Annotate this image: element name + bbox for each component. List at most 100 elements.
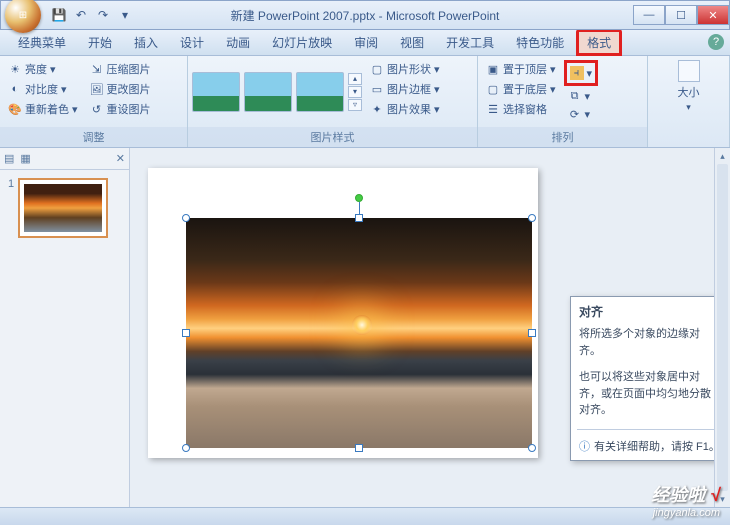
- border-icon: ▭: [370, 82, 384, 96]
- style-thumb[interactable]: [296, 72, 344, 112]
- align-icon: ⫞: [570, 66, 584, 80]
- status-bar: [0, 507, 730, 525]
- slide-thumbnail[interactable]: 1: [8, 178, 121, 238]
- group-icon: ⧉: [568, 89, 582, 103]
- rotation-handle[interactable]: [355, 194, 363, 202]
- quick-access-toolbar: 💾 ↶ ↷ ▾: [51, 7, 133, 23]
- brightness-button[interactable]: ☀亮度 ▾: [4, 60, 82, 78]
- resize-handle[interactable]: [528, 214, 536, 222]
- change-icon: 🖼: [90, 82, 104, 96]
- resize-handle[interactable]: [355, 444, 363, 452]
- ribbon: ☀亮度 ▾ ◐对比度 ▾ 🎨重新着色 ▾ ⇲压缩图片 🖼更改图片 ↺重设图片 调…: [0, 56, 730, 148]
- style-thumb[interactable]: [244, 72, 292, 112]
- resize-handle[interactable]: [182, 214, 190, 222]
- gallery-more-button[interactable]: ▿: [348, 99, 362, 111]
- tab-design[interactable]: 设计: [170, 30, 214, 55]
- style-thumb[interactable]: [192, 72, 240, 112]
- recolor-icon: 🎨: [8, 102, 22, 116]
- group-label-styles: 图片样式: [188, 127, 477, 147]
- change-picture-button[interactable]: 🖼更改图片: [86, 80, 155, 98]
- bring-front-button[interactable]: ▣置于顶层 ▾: [482, 60, 560, 78]
- picture-border-button[interactable]: ▭图片边框 ▾: [366, 80, 444, 98]
- gallery-up-button[interactable]: ▴: [348, 73, 362, 85]
- slide-thumbnails-pane: ▤ ▦ ✕ 1: [0, 148, 130, 507]
- front-icon: ▣: [486, 62, 500, 76]
- align-button[interactable]: ⫞▾: [564, 60, 599, 86]
- scroll-up-button[interactable]: ▴: [715, 148, 730, 164]
- rotate-button[interactable]: ⟳▾: [564, 106, 599, 122]
- group-arrange: ▣置于顶层 ▾ ▢置于底层 ▾ ☰选择窗格 ⫞▾ ⧉▾ ⟳▾ 排列: [478, 56, 648, 147]
- close-button[interactable]: ✕: [697, 5, 729, 25]
- reset-picture-button[interactable]: ↺重设图片: [86, 100, 155, 118]
- tab-review[interactable]: 审阅: [344, 30, 388, 55]
- picture-shape-button[interactable]: ▢图片形状 ▾: [366, 60, 444, 78]
- maximize-button[interactable]: ☐: [665, 5, 697, 25]
- tab-animation[interactable]: 动画: [216, 30, 260, 55]
- redo-icon[interactable]: ↷: [95, 7, 111, 23]
- recolor-button[interactable]: 🎨重新着色 ▾: [4, 100, 82, 118]
- slide-canvas[interactable]: 对齐 将所选多个对象的边缘对齐。 也可以将这些对象居中对齐，或在页面中均匀地分散…: [130, 148, 730, 507]
- send-back-button[interactable]: ▢置于底层 ▾: [482, 80, 560, 98]
- tab-classic[interactable]: 经典菜单: [8, 30, 76, 55]
- tab-format[interactable]: 格式: [576, 29, 622, 56]
- save-icon[interactable]: 💾: [51, 7, 67, 23]
- crop-icon[interactable]: [678, 60, 700, 82]
- tab-view[interactable]: 视图: [390, 30, 434, 55]
- compress-button[interactable]: ⇲压缩图片: [86, 60, 155, 78]
- scroll-track[interactable]: [717, 164, 728, 491]
- group-adjust: ☀亮度 ▾ ◐对比度 ▾ 🎨重新着色 ▾ ⇲压缩图片 🖼更改图片 ↺重设图片 调…: [0, 56, 188, 147]
- tab-developer[interactable]: 开发工具: [436, 30, 504, 55]
- minimize-button[interactable]: —: [633, 5, 665, 25]
- group-label-arrange: 排列: [478, 127, 647, 147]
- slide[interactable]: [148, 168, 538, 458]
- title-bar: ⊞ 💾 ↶ ↷ ▾ 新建 PowerPoint 2007.pptx - Micr…: [0, 0, 730, 30]
- sunset-photo: [186, 218, 532, 448]
- window-title: 新建 PowerPoint 2007.pptx - Microsoft Powe…: [231, 7, 500, 24]
- tab-insert[interactable]: 插入: [124, 30, 168, 55]
- undo-icon[interactable]: ↶: [73, 7, 89, 23]
- rotate-icon: ⟳: [568, 107, 582, 121]
- reset-icon: ↺: [90, 102, 104, 116]
- group-button[interactable]: ⧉▾: [564, 88, 599, 104]
- tab-slideshow[interactable]: 幻灯片放映: [262, 30, 342, 55]
- qat-more-icon[interactable]: ▾: [117, 7, 133, 23]
- tab-home[interactable]: 开始: [78, 30, 122, 55]
- brightness-icon: ☀: [8, 62, 22, 76]
- resize-handle[interactable]: [355, 214, 363, 222]
- gallery-down-button[interactable]: ▾: [348, 86, 362, 98]
- ribbon-tabs: 经典菜单 开始 插入 设计 动画 幻灯片放映 审阅 视图 开发工具 特色功能 格…: [0, 30, 730, 56]
- pane-close-button[interactable]: ✕: [116, 152, 125, 165]
- check-icon: √: [710, 485, 720, 505]
- contrast-button[interactable]: ◐对比度 ▾: [4, 80, 82, 98]
- resize-handle[interactable]: [528, 444, 536, 452]
- resize-handle[interactable]: [182, 329, 190, 337]
- tooltip-title: 对齐: [571, 297, 729, 324]
- slide-number: 1: [8, 178, 14, 238]
- help-button[interactable]: ?: [708, 34, 724, 50]
- tooltip-text: 将所选多个对象的边缘对齐。: [571, 324, 729, 367]
- group-picture-styles: ▴ ▾ ▿ ▢图片形状 ▾ ▭图片边框 ▾ ✦图片效果 ▾ 图片样式: [188, 56, 478, 147]
- tab-special[interactable]: 特色功能: [506, 30, 574, 55]
- align-tooltip: 对齐 将所选多个对象的边缘对齐。 也可以将这些对象居中对齐，或在页面中均匀地分散…: [570, 296, 730, 461]
- selected-image[interactable]: [186, 218, 532, 448]
- office-button[interactable]: ⊞: [5, 0, 41, 33]
- compress-icon: ⇲: [90, 62, 104, 76]
- selection-pane-button[interactable]: ☰选择窗格: [482, 100, 560, 118]
- resize-handle[interactable]: [528, 329, 536, 337]
- resize-handle[interactable]: [182, 444, 190, 452]
- watermark: 经验啦 √ jingyanla.com: [651, 481, 720, 519]
- thumbnail-image: [24, 184, 102, 232]
- style-gallery[interactable]: ▴ ▾ ▿: [192, 60, 362, 123]
- picture-effects-button[interactable]: ✦图片效果 ▾: [366, 100, 444, 118]
- slides-tab-icon[interactable]: ▦: [20, 152, 30, 165]
- size-label[interactable]: 大小: [678, 84, 700, 100]
- outline-tab-icon[interactable]: ▤: [4, 152, 14, 165]
- group-size: 大小 ▾: [648, 56, 730, 147]
- vertical-scrollbar[interactable]: ▴ ▾: [714, 148, 730, 507]
- workspace: ▤ ▦ ✕ 1 对齐 将: [0, 148, 730, 507]
- group-label-adjust: 调整: [0, 127, 187, 147]
- tooltip-text: 也可以将这些对象居中对齐，或在页面中均匀地分散对齐。: [571, 367, 729, 427]
- window-controls: — ☐ ✕: [633, 5, 729, 25]
- tooltip-help-text: 有关详细帮助，请按 F1。: [594, 438, 720, 454]
- contrast-icon: ◐: [8, 82, 22, 96]
